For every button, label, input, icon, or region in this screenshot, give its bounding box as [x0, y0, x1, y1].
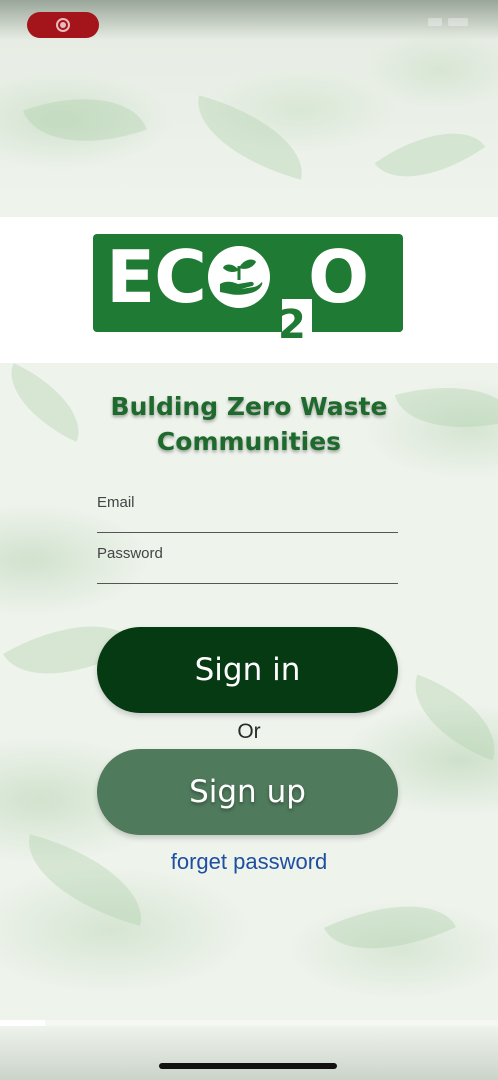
email-field[interactable]: Email: [97, 492, 402, 534]
bottom-shade: [0, 1026, 498, 1080]
background-leaf: [323, 877, 457, 978]
battery-icon: [448, 18, 468, 26]
status-icons: [428, 18, 468, 26]
password-input[interactable]: [97, 543, 402, 585]
background-leaf: [398, 674, 498, 761]
logo-text-left: EC: [106, 235, 207, 319]
background-leaf: [23, 72, 147, 168]
sign-in-button[interactable]: Sign in: [97, 627, 398, 713]
background-leaf: [184, 95, 316, 180]
hand-with-seedling-icon: [208, 246, 271, 308]
email-input[interactable]: [97, 492, 402, 534]
password-field[interactable]: Password: [97, 543, 402, 585]
logo-text-right: O: [308, 235, 369, 319]
screen-record-icon: [56, 18, 70, 32]
logo-subscript: 2: [278, 302, 306, 348]
background-leaf: [14, 834, 156, 926]
forget-password-link[interactable]: forget password: [0, 849, 498, 875]
background-leaf: [374, 105, 486, 205]
video-progress-bar[interactable]: [0, 1020, 498, 1026]
tagline: Bulding Zero Waste Communities: [110, 392, 388, 456]
home-indicator[interactable]: [159, 1063, 337, 1069]
logo-banner: EC 2 O: [0, 217, 498, 363]
signal-icon: [428, 18, 442, 26]
video-progress-fill: [0, 1020, 45, 1026]
app-logo: EC 2 O: [106, 235, 369, 348]
app-screen: EC 2 O Bulding Zero Waste Communities Em…: [0, 0, 498, 1080]
sign-up-button[interactable]: Sign up: [97, 749, 398, 835]
or-divider-text: Or: [237, 720, 261, 743]
logo-subscript-wrap: 2: [274, 235, 308, 348]
screen-record-indicator[interactable]: [27, 12, 99, 38]
